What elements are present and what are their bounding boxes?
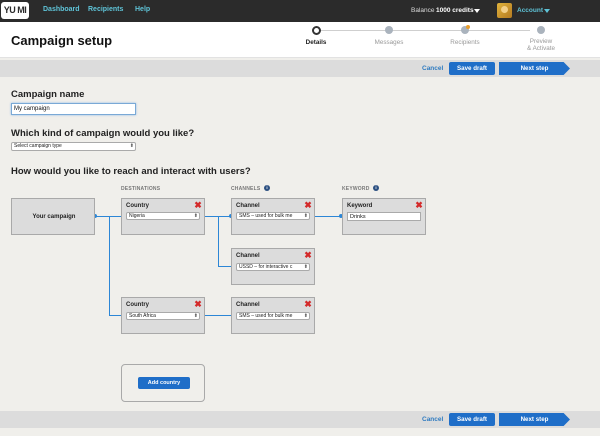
channel-title: Channel <box>236 302 260 308</box>
step-details-dot[interactable] <box>312 26 321 35</box>
country-title: Country <box>126 203 149 209</box>
country-select[interactable]: Nigeria ⬍ <box>126 212 200 220</box>
select-arrows-icon: ⬍ <box>303 213 308 219</box>
nav-dashboard[interactable]: Dashboard <box>43 6 80 13</box>
channel-select[interactable]: SMS – used for bulk me ⬍ <box>236 212 310 220</box>
channels-info-icon[interactable]: i <box>264 185 270 191</box>
nav-help[interactable]: Help <box>135 6 150 13</box>
connector-line <box>205 315 231 316</box>
campaign-kind-heading: Which kind of campaign would you like? <box>11 128 195 139</box>
next-step-button[interactable]: Next step <box>499 62 570 75</box>
connector-line <box>109 216 110 316</box>
account-caret-icon[interactable] <box>544 9 550 13</box>
your-campaign-label: Your campaign <box>32 214 76 220</box>
campaign-type-select[interactable]: Select campaign type ⬍ <box>11 142 136 151</box>
keyword-column-header: KEYWORD <box>342 186 370 192</box>
step-preview-dot[interactable] <box>537 26 545 34</box>
select-arrows-icon: ⬍ <box>193 213 198 219</box>
top-action-bar: Cancel Save draft Next step <box>0 60 600 77</box>
channel-title: Channel <box>236 253 260 259</box>
connector-line <box>218 216 219 267</box>
country-title: Country <box>126 302 149 308</box>
connector-line <box>109 315 121 316</box>
step-recipients-label[interactable]: Recipients <box>435 39 495 46</box>
country-select-value: South Africa <box>129 313 156 319</box>
destinations-column-header: DESTINATIONS <box>121 186 161 192</box>
step-messages-label[interactable]: Messages <box>359 39 419 46</box>
step-messages-dot[interactable] <box>385 26 393 34</box>
remove-icon[interactable]: ✖ <box>194 201 202 210</box>
channel-title: Channel <box>236 203 260 209</box>
remove-icon[interactable]: ✖ <box>304 201 312 210</box>
app-logo[interactable]: YU MI <box>1 2 29 19</box>
top-nav-bar: YU MI Dashboard Recipients Help Balance … <box>0 0 600 22</box>
select-arrows-icon: ⬍ <box>303 264 308 270</box>
keyword-info-icon[interactable]: i <box>373 185 379 191</box>
next-step-button[interactable]: Next step <box>499 413 570 426</box>
campaign-name-input[interactable]: My campaign <box>11 103 136 115</box>
remove-icon[interactable]: ✖ <box>194 300 202 309</box>
stepper-track <box>320 30 530 31</box>
keyword-title: Keyword <box>347 203 373 209</box>
campaign-type-select-value: Select campaign type <box>14 143 62 149</box>
connector-line <box>218 266 231 267</box>
select-arrows-icon: ⬍ <box>193 313 198 319</box>
warning-badge-icon <box>466 25 470 29</box>
channel-box: Channel ✖ USSD – for interactive c ⬍ <box>231 248 315 285</box>
cancel-link[interactable]: Cancel <box>422 416 443 423</box>
channels-column-header: CHANNELS <box>231 186 261 192</box>
bottom-action-bar: Cancel Save draft Next step <box>0 411 600 428</box>
account-menu[interactable]: Account <box>517 7 543 14</box>
connector-line <box>315 216 342 217</box>
country-select[interactable]: South Africa ⬍ <box>126 312 200 320</box>
add-country-button[interactable]: Add country <box>138 377 190 389</box>
add-country-panel: Add country <box>121 364 205 402</box>
campaign-name-heading: Campaign name <box>11 89 85 100</box>
channel-select-value: SMS – used for bulk me <box>239 213 293 219</box>
balance-caret-icon[interactable] <box>474 9 480 13</box>
save-draft-button[interactable]: Save draft <box>449 413 495 426</box>
avatar[interactable] <box>497 3 512 18</box>
remove-icon[interactable]: ✖ <box>415 201 423 210</box>
select-arrows-icon: ⬍ <box>303 313 308 319</box>
connector-line <box>95 216 109 217</box>
channel-select[interactable]: SMS – used for bulk me ⬍ <box>236 312 310 320</box>
country-select-value: Nigeria <box>129 213 145 219</box>
step-details-label[interactable]: Details <box>286 39 346 46</box>
keyword-input[interactable]: Drinks <box>347 212 421 221</box>
step-preview-label[interactable]: Preview & Activate <box>511 38 571 52</box>
reach-heading: How would you like to reach and interact… <box>11 166 251 177</box>
balance-label: Balance <box>411 7 435 14</box>
nav-recipients[interactable]: Recipients <box>88 6 123 13</box>
remove-icon[interactable]: ✖ <box>304 251 312 260</box>
channel-select-value: SMS – used for bulk me <box>239 313 293 319</box>
channel-select-value: USSD – for interactive c <box>239 264 293 270</box>
save-draft-button[interactable]: Save draft <box>449 62 495 75</box>
country-box: Country ✖ South Africa ⬍ <box>121 297 205 334</box>
balance-value: 1000 credits <box>436 7 474 14</box>
your-campaign-node: Your campaign <box>11 198 95 235</box>
country-box: Country ✖ Nigeria ⬍ <box>121 198 205 235</box>
select-arrows-icon: ⬍ <box>129 143 134 149</box>
cancel-link[interactable]: Cancel <box>422 65 443 72</box>
page-title: Campaign setup <box>11 33 113 48</box>
remove-icon[interactable]: ✖ <box>304 300 312 309</box>
keyword-box: Keyword ✖ Drinks <box>342 198 426 235</box>
channel-box: Channel ✖ SMS – used for bulk me ⬍ <box>231 297 315 334</box>
connector-line <box>109 216 121 217</box>
channel-select[interactable]: USSD – for interactive c ⬍ <box>236 263 310 271</box>
channel-box: Channel ✖ SMS – used for bulk me ⬍ <box>231 198 315 235</box>
